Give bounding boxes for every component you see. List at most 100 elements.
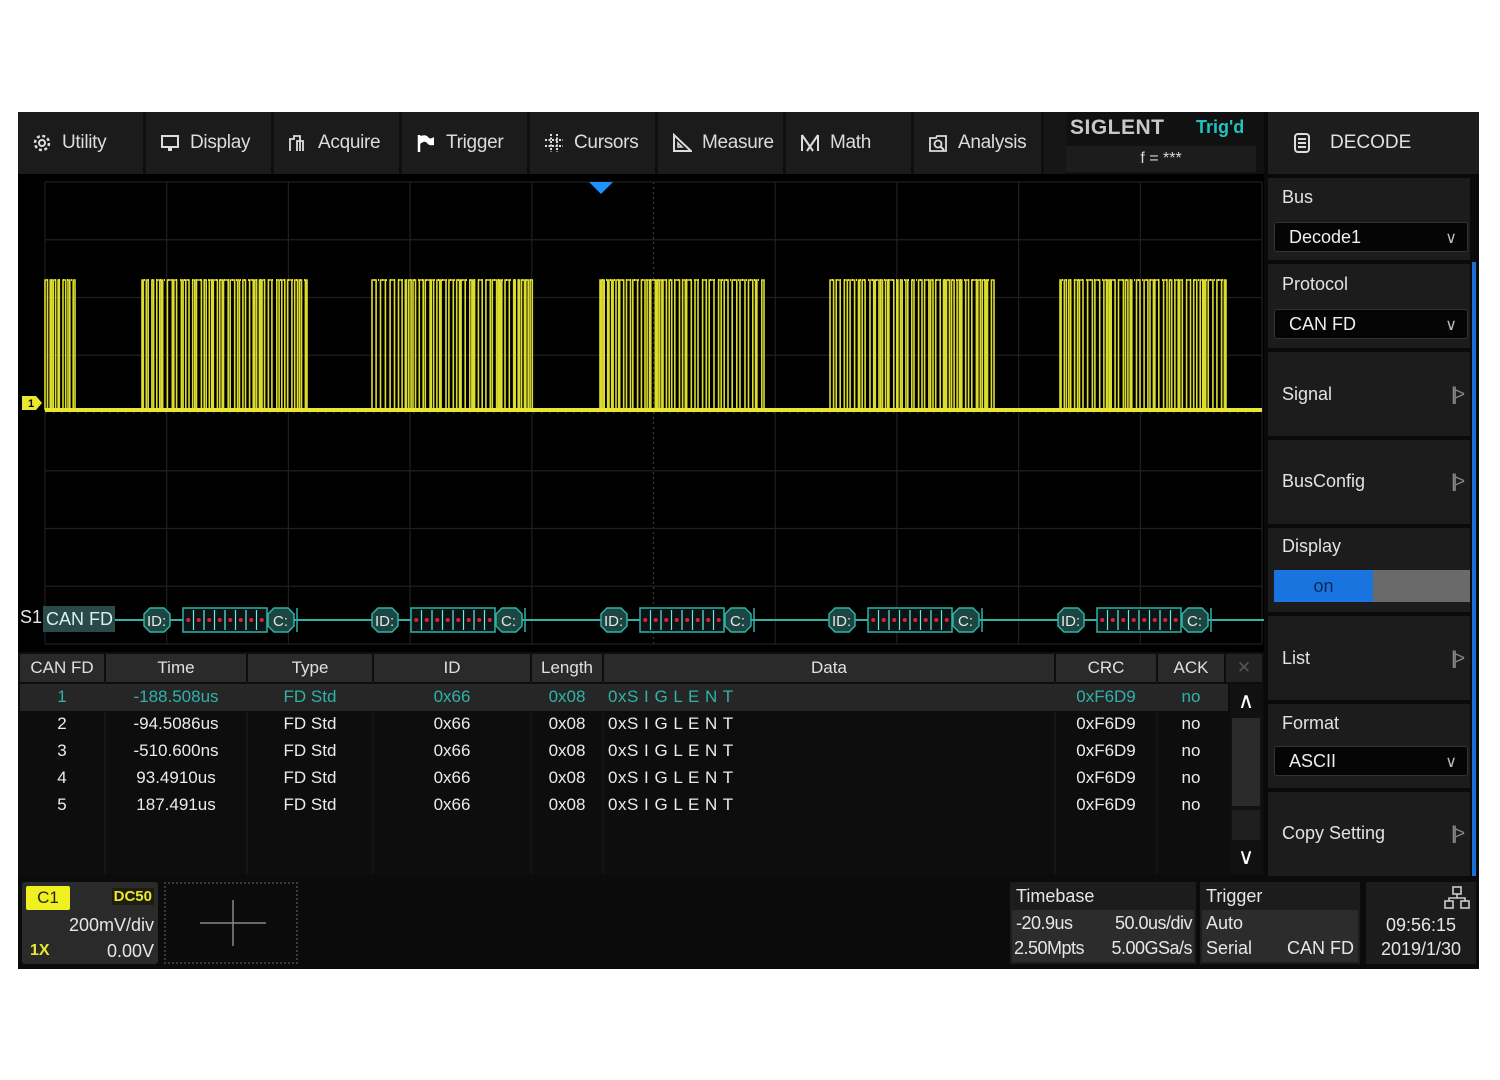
decode-bus: S1 CAN FD ID: C: ID: C: ID: C: ID: C: ID: C: — [20, 606, 1264, 633]
menu-cursors-label: Cursors — [574, 132, 639, 153]
signal-label: Signal — [1282, 384, 1333, 404]
cell-crc: 0xF6D9 — [1076, 741, 1136, 760]
table-row[interactable]: 3 -510.600ns FD Std 0x66 0x08 0xS I G L E N T… — [18, 738, 1228, 765]
busconfig-button[interactable]: BusConfig ||> — [1268, 440, 1470, 524]
menu-trigger[interactable]: Trigger — [402, 112, 530, 174]
data-byte-dot — [186, 618, 191, 622]
chevron-down-icon: ∨ — [1445, 754, 1457, 771]
add-channel-button[interactable] — [164, 882, 298, 964]
cell-data: 0xS I G L E N T — [608, 795, 734, 814]
display-toggle[interactable]: on — [1274, 570, 1470, 602]
menu-cursors[interactable]: Cursors — [530, 112, 658, 174]
bus-protocol-label: CAN FD — [46, 609, 113, 629]
decoded-frame[interactable]: ID: C: — [143, 607, 298, 633]
data-byte-dot — [1163, 618, 1168, 622]
cell-time: -188.508us — [133, 687, 219, 706]
decoded-frame[interactable]: ID: C: — [371, 607, 526, 633]
trigger-info[interactable]: Trigger Auto Serial CAN FD — [1200, 882, 1360, 964]
waveform-display[interactable]: 1 S1 CAN FD ID: C: ID: C: ID: C: ID: C: ID: C: — [18, 174, 1264, 652]
format-select-value: ASCII — [1289, 751, 1337, 771]
data-byte-dot — [881, 618, 886, 622]
status-brand-block: SIGLENT Trig'd f = *** — [1066, 112, 1264, 174]
display-toggle-on: on — [1274, 570, 1373, 602]
menu-display[interactable]: Display — [146, 112, 274, 174]
cell-data: 0xS I G L E N T — [608, 687, 734, 706]
list-button[interactable]: List ||> — [1268, 616, 1470, 700]
scroll-up-icon[interactable]: ∧ — [1230, 684, 1262, 714]
decoded-frame[interactable]: ID: C: — [828, 607, 983, 633]
data-byte-dot — [871, 618, 876, 622]
table-row[interactable]: 1 -188.508us FD Std 0x66 0x08 0xS I G L E N T… — [18, 684, 1228, 711]
data-byte-dot — [653, 618, 658, 622]
copy-setting-button[interactable]: Copy Setting ||> — [1268, 792, 1470, 876]
cell-type: FD Std — [283, 714, 337, 733]
data-byte-dot — [1152, 618, 1157, 622]
list-scroll-thumb[interactable] — [1232, 718, 1260, 806]
data-byte-dot — [923, 618, 928, 622]
decode-side-panel: Bus Decode1 ∨ Protocol CAN FD ∨ Signal |… — [1266, 178, 1479, 878]
menu-analysis[interactable]: Analysis — [914, 112, 1044, 174]
cell-id: 0x66 — [433, 741, 471, 760]
scroll-down-icon[interactable]: ∨ — [1230, 842, 1262, 872]
menu-acquire[interactable]: Acquire — [274, 112, 402, 174]
data-byte-dot — [196, 618, 201, 622]
trigger-type: Serial — [1206, 938, 1253, 958]
cell-length: 0x08 — [548, 768, 586, 787]
menu-math-label: Math — [830, 132, 872, 153]
table-row[interactable]: 2 -94.5086us FD Std 0x66 0x08 0xS I G L E N T… — [18, 711, 1228, 738]
column-header-index: CAN FD — [20, 654, 104, 682]
oscilloscope-screen: Utility Display Acquire Trigger Cursors … — [18, 112, 1479, 969]
trigger-source: CAN FD — [1287, 938, 1354, 958]
protocol-select[interactable]: CAN FD ∨ — [1274, 309, 1468, 339]
menu-measure-label: Measure — [702, 132, 774, 153]
display-label: Display — [1282, 536, 1342, 556]
table-row[interactable]: 4 93.4910us FD Std 0x66 0x08 0xS I G L E N T 0… — [18, 765, 1228, 792]
menu-measure[interactable]: Measure — [658, 112, 786, 174]
channel1-probe: 1X — [30, 942, 50, 959]
cell-length: 0x08 — [548, 795, 586, 814]
frame-crc-label: C: — [501, 613, 516, 630]
cell-data: 0xS I G L E N T — [608, 768, 734, 787]
list-scrollbar[interactable]: ∧ ∨ — [1230, 684, 1262, 874]
trace-frame-burst — [44, 279, 76, 411]
bus-label: S1 — [20, 607, 42, 627]
side-panel-scrollbar[interactable] — [1472, 262, 1476, 876]
column-header-type: Type — [248, 654, 372, 682]
data-byte-dot — [934, 618, 939, 622]
channel1-info[interactable]: C1 DC50 200mV/div 1X 0.00V — [22, 882, 158, 964]
bus-section: Bus Decode1 ∨ — [1268, 178, 1470, 260]
cell-crc: 0xF6D9 — [1076, 714, 1136, 733]
decoded-frame[interactable]: ID: C: — [600, 607, 755, 633]
bus-select[interactable]: Decode1 ∨ — [1274, 222, 1468, 252]
cell-time: 93.4910us — [136, 768, 216, 787]
column-header-ack: ACK — [1158, 654, 1224, 682]
data-byte-dot — [238, 618, 243, 622]
cell-data: 0xS I G L E N T — [608, 741, 734, 760]
list-label: List — [1282, 648, 1311, 668]
data-byte-dot — [435, 618, 440, 622]
timebase-info[interactable]: Timebase -20.9us 50.0us/div 2.50Mpts 5.0… — [1010, 882, 1196, 964]
menu-utility[interactable]: Utility — [18, 112, 146, 174]
submenu-arrow-icon: ||> — [1451, 648, 1465, 668]
close-list-button[interactable]: ✕ — [1226, 654, 1262, 682]
list-scroll-track — [1232, 810, 1260, 840]
data-byte-dot — [1142, 618, 1147, 622]
math-icon — [801, 134, 819, 152]
cursors-icon — [545, 134, 563, 152]
cell-id: 0x66 — [433, 714, 471, 733]
cell-id: 0x66 — [433, 687, 471, 706]
cell-index: 3 — [57, 741, 67, 760]
submenu-arrow-icon: ||> — [1451, 471, 1465, 491]
signal-button[interactable]: Signal ||> — [1268, 352, 1470, 436]
decoded-frame[interactable]: ID: C: — [1057, 607, 1212, 633]
table-row[interactable]: 5 187.491us FD Std 0x66 0x08 0xS I G L E N T 0… — [18, 792, 1228, 819]
cell-crc: 0xF6D9 — [1076, 795, 1136, 814]
timebase-delay: -20.9us — [1016, 913, 1073, 933]
timebase-values: -20.9us 50.0us/div 2.50Mpts 5.00GSa/s — [1012, 910, 1194, 962]
frame-id-label: ID: — [1061, 613, 1080, 630]
frame-crc-label: C: — [958, 613, 973, 630]
frame-crc-label: C: — [730, 613, 745, 630]
format-select[interactable]: ASCII ∨ — [1274, 746, 1468, 776]
menu-math[interactable]: Math — [786, 112, 914, 174]
cell-ack: no — [1181, 687, 1201, 706]
